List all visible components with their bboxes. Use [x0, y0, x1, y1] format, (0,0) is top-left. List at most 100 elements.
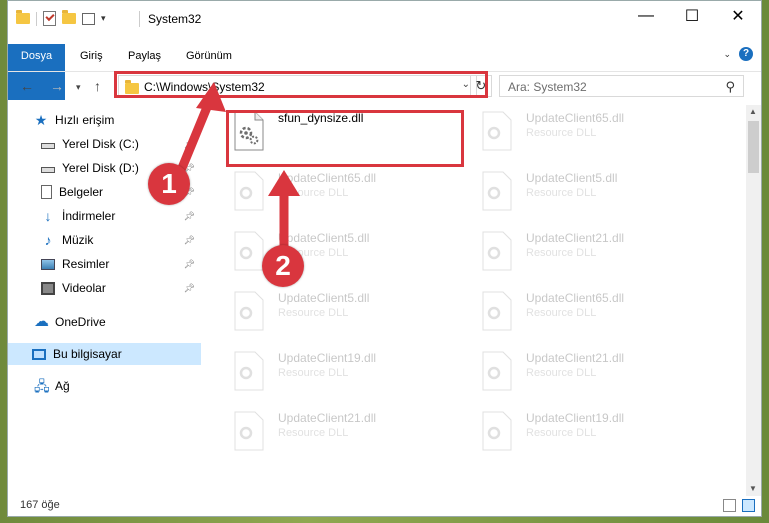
address-path: C:\Windows\System32	[144, 80, 265, 94]
customize-icon[interactable]	[82, 12, 95, 25]
file-item[interactable]: UpdateClient21.dll Resource DLL	[461, 345, 691, 401]
file-item[interactable]: UpdateClient19.dll Resource DLL	[461, 405, 691, 461]
tab-view[interactable]: Görünüm	[174, 44, 244, 68]
file-name: UpdateClient65.dll	[278, 171, 377, 185]
sidebar-item-label: Resimler	[62, 257, 110, 271]
quick-access-toolbar: ▾	[16, 10, 106, 26]
file-type: Resource DLL	[278, 307, 349, 319]
pin-icon[interactable]: 📌︎	[184, 253, 195, 275]
sidebar-item-disk-c[interactable]: Yerel Disk (C:) 📌︎	[41, 133, 199, 155]
details-view-icon[interactable]	[723, 499, 736, 512]
dll-file-icon	[482, 171, 512, 211]
refresh-button[interactable]: ↻	[470, 75, 492, 97]
search-icon[interactable]: ⚲	[725, 79, 735, 95]
file-item[interactable]: UpdateClient65.dll Resource DLL	[213, 165, 443, 221]
properties-icon[interactable]	[43, 11, 56, 26]
search-input[interactable]: Ara: System32 ⚲	[499, 75, 744, 97]
sidebar-item-videos[interactable]: Videolar 📌︎	[41, 277, 199, 299]
file-name: UpdateClient19.dll	[278, 351, 377, 365]
file-item[interactable]: UpdateClient5.dll Resource DLL	[213, 285, 443, 341]
sidebar-item-onedrive[interactable]: ☁ OneDrive	[34, 311, 199, 333]
pin-icon[interactable]: 📌︎	[184, 205, 195, 227]
sidebar-item-pictures[interactable]: Resimler 📌︎	[41, 253, 199, 275]
file-type: Resource DLL	[526, 307, 597, 319]
title-bar: ▾ System32 — ☐ ✕	[8, 1, 761, 37]
file-name: UpdateClient5.dll	[278, 291, 370, 305]
window-controls: — ☐ ✕	[623, 1, 761, 31]
sidebar-item-quick-access[interactable]: ★ Hızlı erişim	[34, 109, 199, 131]
sidebar-item-network[interactable]: 🖧︎ Ağ	[34, 375, 199, 397]
sidebar-item-label: İndirmeler	[62, 209, 116, 223]
close-button[interactable]: ✕	[715, 1, 761, 31]
chevron-down-icon[interactable]: ▾	[101, 13, 106, 24]
sidebar-item-label: Yerel Disk (C:)	[62, 137, 139, 151]
sidebar-item-label: Ağ	[55, 379, 70, 393]
sidebar-item-label: OneDrive	[55, 315, 106, 329]
this-pc-icon	[32, 348, 46, 360]
pin-icon[interactable]: 📌︎	[184, 133, 195, 155]
status-bar: 167 öğe	[8, 496, 761, 516]
sidebar-item-this-pc[interactable]: Bu bilgisayar	[8, 343, 201, 365]
expand-ribbon-icon[interactable]: ⌄	[723, 49, 731, 60]
vertical-scrollbar[interactable]: ▲ ▼	[746, 105, 761, 496]
drive-icon	[41, 143, 55, 149]
pictures-icon	[41, 258, 55, 270]
scroll-up-icon[interactable]: ▲	[749, 107, 757, 116]
sidebar-item-downloads[interactable]: ↓ İndirmeler 📌︎	[41, 205, 199, 227]
up-arrow-icon[interactable]: ↑	[94, 78, 101, 94]
file-item[interactable]: UpdateClient5.dll Resource DLL	[461, 165, 691, 221]
maximize-button[interactable]: ☐	[669, 1, 715, 31]
file-name: UpdateClient21.dll	[526, 351, 625, 365]
download-icon: ↓	[44, 208, 52, 224]
file-name: sfun_dynsize.dll	[278, 111, 364, 125]
file-type: Resource DLL	[526, 367, 597, 379]
file-item[interactable]: UpdateClient65.dll Resource DLL	[461, 285, 691, 341]
tab-home[interactable]: Giriş	[68, 44, 115, 68]
sidebar-item-label: Yerel Disk (D:)	[62, 161, 139, 175]
sidebar-item-music[interactable]: ♪ Müzik 📌︎	[41, 229, 199, 251]
address-folder-icon	[125, 80, 139, 94]
ribbon-right: ⌄ ?	[723, 47, 753, 61]
file-item[interactable]: UpdateClient5.dll Resource DLL	[213, 225, 443, 281]
tab-share[interactable]: Paylaş	[116, 44, 173, 68]
dll-file-icon	[234, 231, 264, 271]
item-count: 167 öğe	[20, 499, 60, 511]
file-type: Resource DLL	[278, 187, 349, 199]
dll-file-icon	[234, 291, 264, 331]
dll-file-icon	[482, 231, 512, 271]
view-switcher	[723, 499, 755, 512]
file-type: Resource DLL	[526, 127, 597, 139]
new-folder-icon[interactable]	[62, 10, 76, 24]
sidebar-item-label: Belgeler	[59, 185, 104, 199]
address-bar[interactable]: C:\Windows\System32 ⌄	[118, 75, 477, 97]
minimize-button[interactable]: —	[623, 1, 669, 31]
file-item[interactable]: UpdateClient65.dll Resource DLL	[461, 105, 691, 161]
file-name: UpdateClient21.dll	[526, 231, 625, 245]
forward-arrow-icon[interactable]: →	[50, 78, 64, 94]
pin-icon[interactable]: 📌︎	[184, 277, 195, 299]
dll-file-icon	[482, 411, 512, 451]
file-item[interactable]: UpdateClient21.dll Resource DLL	[461, 225, 691, 281]
file-type: Resource DLL	[526, 247, 597, 259]
address-dropdown-icon[interactable]: ⌄	[462, 79, 470, 90]
file-item-sfun-dynsize[interactable]: sfun_dynsize.dll	[213, 105, 443, 161]
file-name: UpdateClient65.dll	[526, 291, 625, 305]
scroll-down-icon[interactable]: ▼	[749, 484, 757, 493]
scroll-thumb[interactable]	[748, 121, 759, 173]
sidebar-item-label: Videolar	[62, 281, 106, 295]
documents-icon	[41, 185, 52, 199]
file-item[interactable]: UpdateClient19.dll Resource DLL	[213, 345, 443, 401]
window-title: System32	[148, 12, 202, 26]
large-icons-view-icon[interactable]	[742, 499, 755, 512]
recent-locations-icon[interactable]: ▾	[76, 82, 81, 93]
back-arrow-icon[interactable]: ←	[20, 78, 34, 94]
file-name: UpdateClient65.dll	[526, 111, 625, 125]
file-item[interactable]: UpdateClient21.dll Resource DLL	[213, 405, 443, 461]
dll-file-icon	[482, 111, 512, 151]
pin-icon[interactable]: 📌︎	[184, 229, 195, 251]
dll-file-icon	[234, 411, 264, 451]
explorer-window: ▾ System32 — ☐ ✕ Dosya Giriş Paylaş Görü…	[7, 0, 762, 517]
help-icon[interactable]: ?	[739, 47, 753, 61]
folder-icon	[16, 10, 30, 24]
file-list: sfun_dynsize.dll UpdateClient65.dll Reso…	[213, 105, 745, 496]
